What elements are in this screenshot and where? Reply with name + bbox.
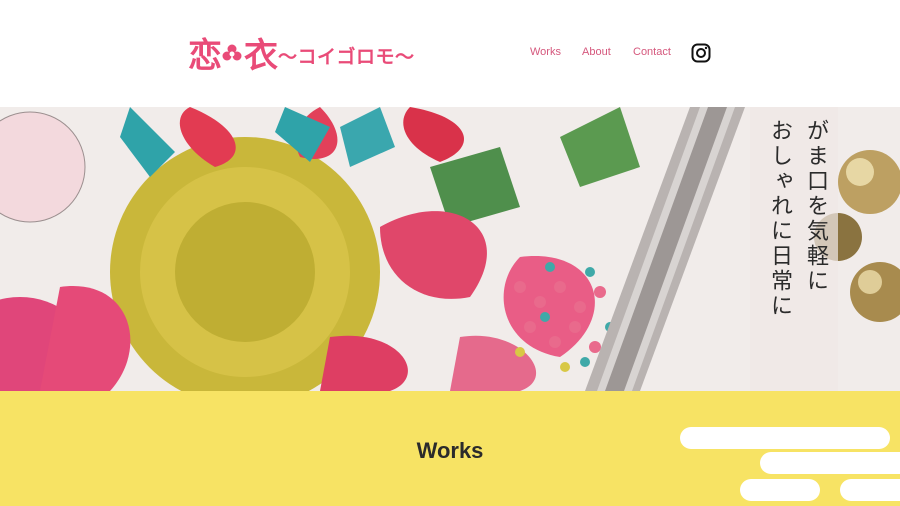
logo-kanji-koromo: 衣	[244, 35, 278, 76]
logo-kana: 〜コイゴロモ〜	[278, 45, 415, 68]
nav-works-link[interactable]: Works	[530, 46, 561, 58]
hero-banner: がま口を気軽に おしゃれに日常に	[0, 107, 900, 391]
tagline-line-1: がま口を気軽に	[803, 119, 828, 294]
cloud-decoration	[740, 479, 820, 501]
cloud-decoration	[680, 427, 890, 449]
nav-contact-link[interactable]: Contact	[633, 46, 671, 58]
instagram-icon[interactable]	[691, 43, 711, 63]
cloud-decoration	[840, 479, 900, 501]
tagline-line-2: おしゃれに日常に	[767, 119, 792, 319]
site-logo[interactable]: 恋 衣 〜コイゴロモ〜	[188, 32, 415, 76]
logo-kanji-koi: 恋	[188, 35, 222, 76]
nav-about-link[interactable]: About	[582, 46, 611, 58]
site-header: 恋 衣 〜コイゴロモ〜 Works About Contact	[0, 0, 900, 107]
cloud-decoration	[760, 452, 900, 474]
works-section: Works	[0, 391, 900, 506]
flower-icon	[222, 44, 242, 61]
